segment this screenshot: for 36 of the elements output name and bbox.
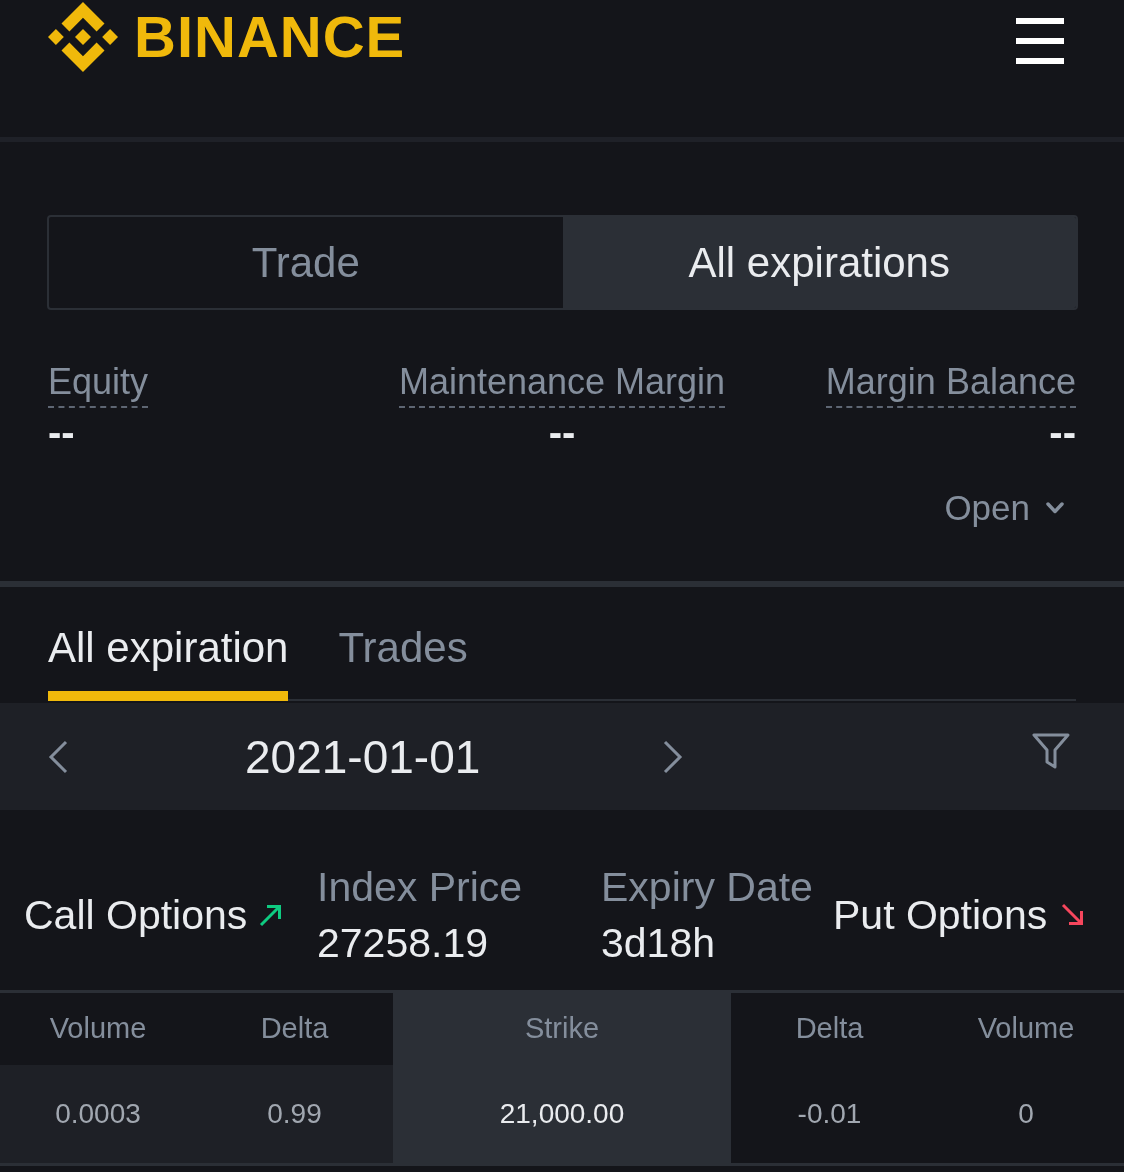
table-cell: -0.01 — [731, 1065, 928, 1166]
metric-value: -- — [1049, 412, 1076, 452]
menu-icon[interactable] — [1016, 18, 1064, 64]
metric-label: Maintenance Margin — [398, 360, 726, 408]
stat-value: 27258.19 — [317, 919, 489, 968]
mode-tab[interactable]: All expirations — [562, 217, 1076, 308]
column-header: Delta — [259, 1011, 330, 1047]
table-cell: 21,000.00 — [393, 1065, 731, 1166]
put-options-label: Put Options — [833, 891, 1048, 940]
stat-value: 3d18h — [601, 919, 716, 968]
table-cell: 0 — [928, 1065, 1124, 1166]
position-filter-dropdown[interactable]: Open — [944, 486, 1064, 530]
column-header: Strike — [393, 993, 731, 1065]
chevron-right-icon[interactable] — [663, 739, 684, 774]
logo-icon[interactable] — [48, 2, 118, 72]
metric-value: -- — [548, 412, 576, 452]
expiry-date-text: 2021-01-01 — [245, 729, 481, 785]
filter-icon[interactable] — [1032, 732, 1070, 769]
metric-label: Equity — [48, 360, 149, 408]
metric-label: Margin Balance — [825, 360, 1076, 408]
table-cell: 0.0003 — [0, 1065, 196, 1166]
metric-value: -- — [48, 412, 75, 452]
column-header: Delta — [794, 1011, 865, 1047]
chevron-left-icon[interactable] — [48, 739, 68, 774]
column-header: Volume — [976, 1011, 1076, 1047]
stat-label: Index Price — [317, 863, 524, 912]
call-options-label: Call Options — [24, 891, 248, 940]
table-cell: 0.99 — [196, 1065, 393, 1166]
arrow-up-right-icon — [259, 903, 284, 927]
column-header: Volume — [48, 1011, 148, 1047]
logo-text[interactable]: BINANCE — [134, 2, 406, 72]
tab[interactable]: Trades — [338, 620, 468, 701]
arrow-down-right-icon — [1061, 903, 1086, 927]
stat-label: Expiry Date — [601, 863, 814, 912]
chevron-down-icon — [1046, 502, 1064, 514]
mode-tab[interactable]: Trade — [49, 217, 563, 308]
